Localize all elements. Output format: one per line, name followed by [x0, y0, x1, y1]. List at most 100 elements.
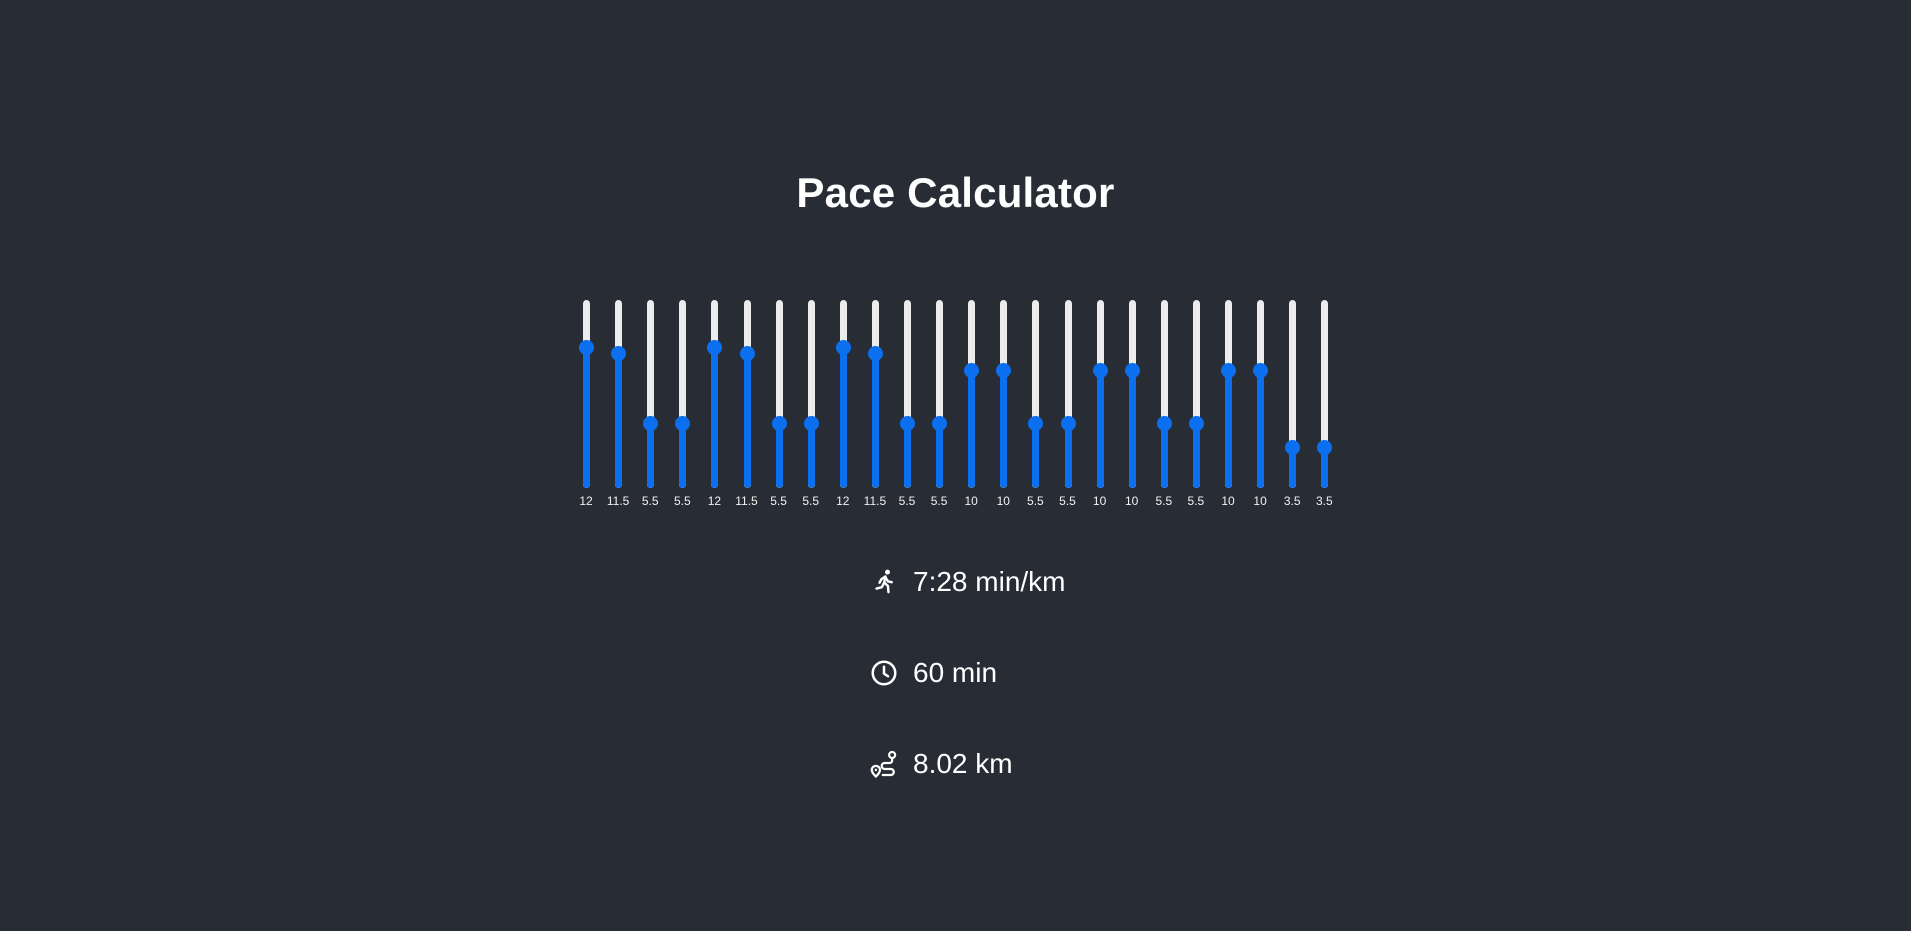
running-icon: [869, 567, 899, 597]
slider-fill: [743, 353, 751, 488]
slider-thumb[interactable]: [867, 346, 883, 361]
slider-thumb[interactable]: [643, 416, 659, 431]
slider-fill: [1225, 370, 1232, 488]
slider-track[interactable]: [647, 300, 655, 488]
interval-slider[interactable]: 10: [987, 296, 1019, 510]
interval-slider[interactable]: 5.5: [923, 296, 955, 510]
slider-fill: [583, 347, 590, 488]
interval-slider[interactable]: 5.5: [795, 296, 827, 510]
slider-track[interactable]: [871, 300, 879, 488]
slider-thumb[interactable]: [1124, 363, 1140, 378]
slider-thumb[interactable]: [1092, 363, 1108, 378]
interval-slider[interactable]: 5.5: [891, 296, 923, 510]
interval-slider[interactable]: 10: [1244, 296, 1276, 510]
slider-fill: [711, 347, 719, 488]
slider-track[interactable]: [968, 300, 976, 488]
slider-fill: [904, 423, 911, 488]
slider-thumb[interactable]: [1285, 440, 1301, 455]
interval-slider[interactable]: 5.5: [1052, 296, 1084, 510]
slider-track[interactable]: [1321, 300, 1329, 488]
time-stat: 60 min: [869, 655, 997, 691]
slider-track[interactable]: [1128, 300, 1136, 488]
slider-thumb[interactable]: [611, 346, 627, 361]
slider-thumb[interactable]: [707, 340, 723, 355]
slider-fill: [1032, 423, 1040, 488]
slider-track[interactable]: [936, 300, 944, 488]
slider-track[interactable]: [1096, 300, 1104, 488]
slider-thumb[interactable]: [932, 416, 948, 431]
slider-thumb[interactable]: [675, 416, 691, 431]
slider-fill: [1192, 423, 1200, 488]
slider-track[interactable]: [711, 300, 719, 488]
interval-slider[interactable]: 5.5: [1180, 296, 1212, 510]
slider-fill: [1096, 370, 1104, 488]
slider-track[interactable]: [1289, 300, 1297, 488]
slider-thumb[interactable]: [900, 416, 915, 431]
slider-thumb[interactable]: [1028, 416, 1044, 431]
slider-thumb[interactable]: [1156, 416, 1172, 431]
slider-fill: [1160, 423, 1168, 488]
slider-thumb[interactable]: [739, 346, 755, 361]
slider-fill: [1064, 423, 1072, 488]
slider-fill: [615, 353, 623, 488]
interval-slider[interactable]: 10: [955, 296, 987, 510]
slider-fill: [871, 353, 879, 488]
slider-track[interactable]: [743, 300, 751, 488]
interval-slider[interactable]: 12: [827, 296, 859, 510]
interval-slider[interactable]: 3.5: [1276, 296, 1308, 510]
interval-slider[interactable]: 12: [570, 296, 602, 510]
interval-slider[interactable]: 5.5: [666, 296, 698, 510]
slider-thumb[interactable]: [1060, 416, 1076, 431]
slider-track[interactable]: [583, 300, 590, 488]
page-title: Pace Calculator: [796, 169, 1115, 216]
slider-track[interactable]: [1032, 300, 1040, 488]
slider-thumb[interactable]: [964, 363, 980, 378]
interval-slider[interactable]: 5.5: [634, 296, 666, 510]
time-value: 60 min: [913, 657, 998, 688]
slider-thumb[interactable]: [1188, 416, 1204, 431]
slider-track[interactable]: [615, 300, 623, 488]
slider-track[interactable]: [1192, 300, 1200, 488]
slider-fill: [1257, 370, 1265, 488]
slider-thumb[interactable]: [579, 340, 594, 355]
slider-thumb[interactable]: [996, 363, 1012, 378]
interval-slider[interactable]: 5.5: [763, 296, 795, 510]
slider-fill: [936, 423, 944, 488]
slider-value-label: 3.5: [1315, 494, 1333, 508]
slider-track[interactable]: [1000, 300, 1008, 488]
slider-track[interactable]: [1225, 300, 1232, 488]
slider-track[interactable]: [839, 300, 847, 488]
slider-fill: [647, 423, 655, 488]
slider-track[interactable]: [904, 300, 911, 488]
slider-thumb[interactable]: [835, 340, 851, 355]
interval-slider[interactable]: 5.5: [1148, 296, 1180, 510]
route-icon: [869, 749, 899, 779]
slider-track[interactable]: [1160, 300, 1168, 488]
slider-fill: [839, 347, 847, 488]
interval-slider[interactable]: 10: [1212, 296, 1244, 510]
slider-fill: [1000, 370, 1008, 488]
interval-slider[interactable]: 11.5: [859, 296, 891, 510]
interval-slider[interactable]: 5.5: [1019, 296, 1051, 510]
slider-track[interactable]: [807, 300, 815, 488]
slider-track[interactable]: [775, 300, 783, 488]
slider-thumb[interactable]: [803, 416, 819, 431]
slider-fill: [807, 423, 815, 488]
slider-track[interactable]: [1064, 300, 1072, 488]
clock-icon: [869, 658, 899, 688]
slider-fill: [968, 370, 976, 488]
slider-fill: [1128, 370, 1136, 488]
interval-slider[interactable]: 10: [1116, 296, 1148, 510]
pace-stat: 7:28 min/km: [869, 564, 1066, 600]
slider-thumb[interactable]: [771, 416, 787, 431]
interval-slider[interactable]: 11.5: [731, 296, 763, 510]
slider-track[interactable]: [1257, 300, 1265, 488]
slider-track[interactable]: [679, 300, 687, 488]
slider-thumb[interactable]: [1317, 440, 1333, 455]
interval-slider[interactable]: 10: [1084, 296, 1116, 510]
interval-slider[interactable]: 12: [698, 296, 730, 510]
slider-thumb[interactable]: [1253, 363, 1269, 378]
interval-slider[interactable]: 3.5: [1308, 296, 1340, 510]
slider-thumb[interactable]: [1221, 363, 1236, 378]
interval-slider[interactable]: 11.5: [602, 296, 634, 510]
